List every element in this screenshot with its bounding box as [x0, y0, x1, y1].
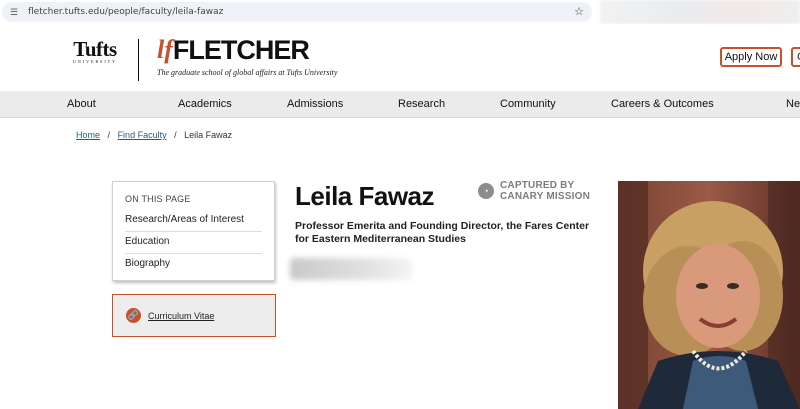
browser-toolbar: ☰ fletcher.tufts.edu/people/faculty/leil…	[0, 0, 800, 24]
nav-item-careers[interactable]: Careers & Outcomes	[611, 98, 714, 110]
faculty-photo	[618, 181, 800, 409]
link-icon: 🔗	[126, 308, 141, 323]
site-info-icon[interactable]: ☰	[10, 6, 22, 18]
watermark-line-1: CAPTURED BY	[500, 180, 575, 191]
nav-item-about[interactable]: About	[67, 98, 96, 110]
nav-item-admissions[interactable]: Admissions	[287, 98, 343, 110]
tufts-university-text: UNIVERSITY	[73, 59, 117, 64]
breadcrumb-separator: /	[107, 130, 111, 140]
curriculum-vitae-box[interactable]: 🔗 Curriculum Vitae	[112, 294, 276, 337]
watermark-line-2: CANARY MISSION	[500, 191, 591, 202]
breadcrumb: Home / Find Faculty / Leila Fawaz	[76, 130, 232, 140]
canary-mission-watermark: ◔ CAPTURED BY CANARY MISSION	[478, 180, 590, 202]
logo-divider	[138, 39, 139, 81]
on-this-page-title: ON THIS PAGE	[125, 194, 191, 204]
main-nav: About Academics Admissions Research Comm…	[0, 91, 800, 118]
fletcher-mark: lf	[157, 35, 173, 64]
nav-item-research[interactable]: Research	[398, 98, 445, 110]
fletcher-wordmark: FLETCHER	[172, 35, 310, 65]
fletcher-tagline: The graduate school of global affairs at…	[157, 68, 338, 77]
site-header: Tufts UNIVERSITY lfFLETCHER The graduate…	[0, 24, 800, 91]
nav-item-community[interactable]: Community	[500, 98, 556, 110]
on-this-page-box: ON THIS PAGE Research/Areas of Interest …	[112, 181, 275, 281]
nav-item-news[interactable]: Ne	[786, 98, 800, 110]
breadcrumb-find-faculty[interactable]: Find Faculty	[118, 130, 167, 140]
bookmark-star-icon[interactable]: ☆	[574, 5, 584, 18]
apply-now-button[interactable]: Apply Now	[720, 47, 782, 67]
address-bar[interactable]: ☰ fletcher.tufts.edu/people/faculty/leil…	[2, 2, 592, 22]
clock-icon: ◔	[478, 183, 494, 199]
redacted-text	[290, 258, 412, 280]
tufts-logo[interactable]: Tufts UNIVERSITY	[66, 37, 124, 65]
on-this-page-education-link[interactable]: Education	[125, 232, 262, 254]
tufts-wordmark: Tufts	[73, 37, 117, 61]
breadcrumb-current: Leila Fawaz	[184, 130, 233, 140]
portrait-illustration	[618, 181, 800, 409]
curriculum-vitae-link[interactable]: Curriculum Vitae	[148, 311, 214, 321]
give-button[interactable]: G	[791, 47, 800, 67]
url-text[interactable]: fletcher.tufts.edu/people/faculty/leila-…	[28, 7, 223, 17]
browser-extensions	[600, 0, 800, 24]
nav-item-academics[interactable]: Academics	[178, 98, 232, 110]
breadcrumb-separator: /	[174, 130, 177, 140]
on-this-page-research-link[interactable]: Research/Areas of Interest	[125, 210, 262, 232]
faculty-title: Professor Emerita and Founding Director,…	[295, 220, 590, 245]
on-this-page-biography-link[interactable]: Biography	[125, 254, 262, 275]
page-title: Leila Fawaz	[295, 181, 435, 211]
fletcher-logo[interactable]: lfFLETCHER The graduate school of global…	[157, 35, 338, 78]
breadcrumb-home[interactable]: Home	[76, 130, 100, 140]
